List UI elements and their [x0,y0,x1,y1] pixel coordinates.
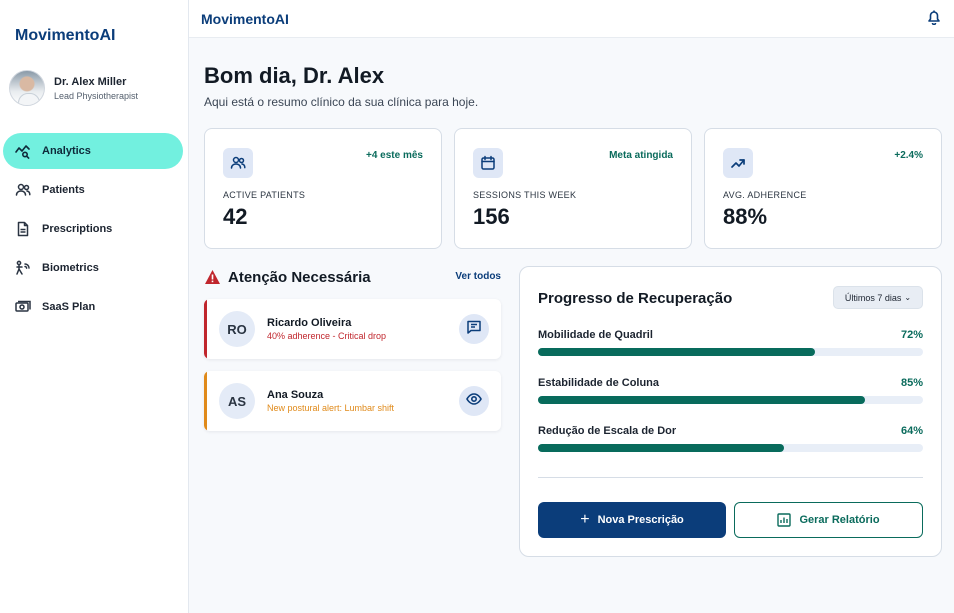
metric-value: 72% [900,329,923,341]
stat-card-adherence: +2.4% AVG. ADHERENCE 88% [704,128,942,249]
severity-bar [204,299,207,359]
metric-value: 64% [900,425,923,437]
new-prescription-button[interactable]: + Nova Prescrição [538,502,726,538]
see-all-link[interactable]: Ver todos [455,271,501,282]
attention-title: Atenção Necessária [228,269,371,286]
list-item[interactable]: AS Ana Souza New postural alert: Lumbar … [204,371,501,431]
stat-value: 156 [473,204,510,229]
report-icon [777,513,792,527]
avatar: AS [219,383,255,419]
app-title: MovimentoAI [201,11,289,27]
sidebar-item-biometrics[interactable]: Biometrics [3,250,183,286]
patient-name: Ana Souza [267,389,324,401]
stat-card-active-patients: +4 este mês ACTIVE PATIENTS 42 [204,128,442,249]
sidebar-item-label: Patients [42,184,85,196]
sidebar: MovimentoAI Dr. Alex Miller Lead Physiot… [0,0,189,613]
sidebar-item-prescriptions[interactable]: Prescriptions [3,211,183,247]
date-range-select[interactable]: Últimos 7 dias ⌄ [833,286,923,309]
stat-value: 42 [223,204,248,229]
date-range-value: Últimos 7 dias [844,292,902,303]
sidebar-item-patients[interactable]: Patients [3,172,183,208]
stat-badge: +2.4% [894,150,923,161]
stat-label: AVG. ADHERENCE [723,190,807,200]
patients-icon [15,182,31,198]
alert-description: New postural alert: Lumbar shift [267,403,395,413]
sidebar-item-label: Prescriptions [42,223,113,235]
calendar-icon [473,148,503,178]
progress-track [538,348,923,356]
user-profile[interactable]: Dr. Alex Miller Lead Physiotherapist [9,70,138,106]
stat-card-sessions: Meta atingida SESSIONS THIS WEEK 156 [454,128,692,249]
plus-icon: + [580,511,590,528]
sidebar-item-label: SaaS Plan [42,301,96,313]
progress-track [538,444,923,452]
trending-up-icon [723,148,753,178]
sidebar-item-label: Analytics [42,145,91,157]
sidebar-brand: MovimentoAI [15,27,116,44]
page-subtitle: Aqui está o resumo clínico da sua clínic… [204,95,479,109]
biometrics-icon [15,260,31,276]
page-title: Bom dia, Dr. Alex [204,63,385,88]
metric-label: Redução de Escala de Dor [538,425,677,437]
attention-header: Atenção Necessária Ver todos [204,268,501,288]
sidebar-nav: Analytics Patients Prescriptions Biometr… [3,133,183,328]
severity-bar [204,371,207,431]
stat-badge: +4 este mês [366,150,423,161]
card-title: Progresso de Recuperação [538,290,733,307]
warning-icon [204,269,221,285]
stat-badge: Meta atingida [609,150,673,161]
patient-name: Ricardo Oliveira [267,317,352,329]
divider [538,477,923,478]
avatar: RO [219,311,255,347]
bell-icon[interactable] [926,9,942,26]
metric-label: Mobilidade de Quadril [538,329,653,341]
eye-icon [466,391,482,412]
button-label: Gerar Relatório [799,514,880,526]
analytics-icon [15,143,31,159]
stat-label: SESSIONS THIS WEEK [473,190,577,200]
message-button[interactable] [459,314,489,344]
sidebar-item-label: Biometrics [42,262,99,274]
prescriptions-icon [15,221,31,237]
avatar [9,70,45,106]
metric-value: 85% [900,377,923,389]
saas-plan-icon [15,299,31,315]
profile-name: Dr. Alex Miller [54,75,127,88]
metric-label: Estabilidade de Coluna [538,377,660,389]
view-button[interactable] [459,386,489,416]
progress-fill [538,444,785,452]
progress-fill [538,396,866,404]
users-icon [223,148,253,178]
list-item[interactable]: RO Ricardo Oliveira 40% adherence - Crit… [204,299,501,359]
sidebar-item-analytics[interactable]: Analytics [3,133,183,169]
button-label: Nova Prescrição [597,514,684,526]
progress-fill [538,348,816,356]
chevron-down-icon: ⌄ [904,293,912,302]
sidebar-item-saas-plan[interactable]: SaaS Plan [3,289,183,325]
top-bar: MovimentoAI [189,0,954,38]
profile-role: Lead Physiotherapist [54,90,139,101]
generate-report-button[interactable]: Gerar Relatório [734,502,923,538]
progress-track [538,396,923,404]
recovery-progress-card: Progresso de Recuperação Últimos 7 dias … [519,266,942,557]
stat-label: ACTIVE PATIENTS [223,190,306,200]
alert-description: 40% adherence - Critical drop [267,331,387,341]
stat-value: 88% [723,204,768,229]
message-icon [466,319,482,340]
